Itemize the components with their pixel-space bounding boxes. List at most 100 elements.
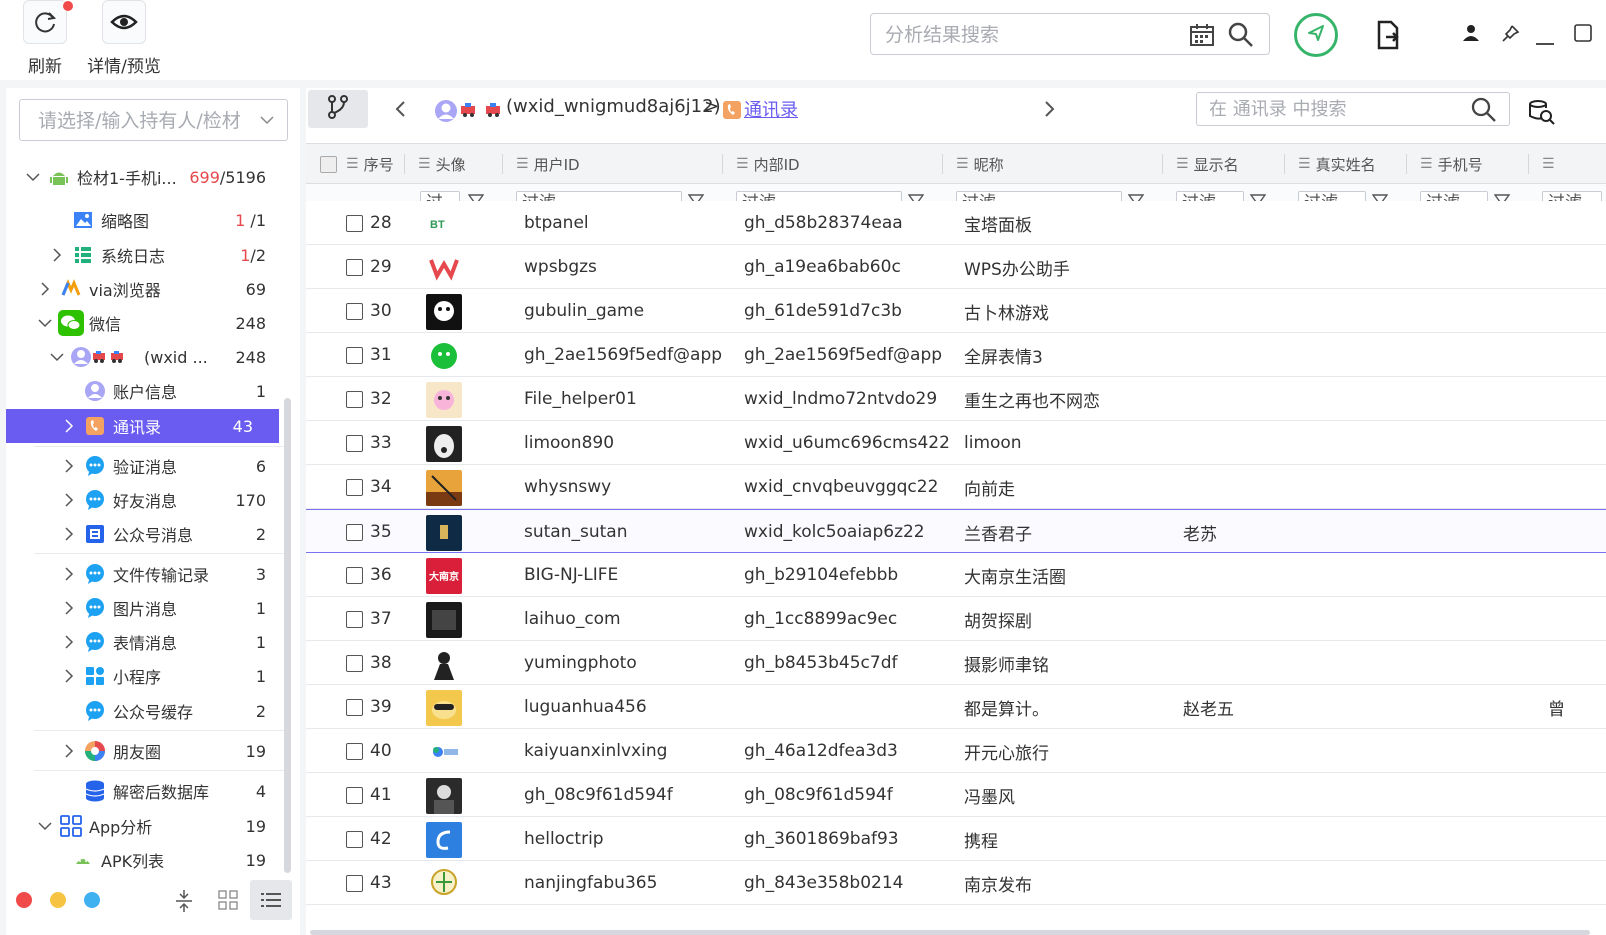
row-checkbox[interactable] xyxy=(346,610,363,628)
table-row[interactable]: 43 nanjingfabu365 gh_843e358b0214 南京发布 xyxy=(306,861,1606,905)
maximize-icon[interactable] xyxy=(1574,24,1592,46)
table-row[interactable]: 33 limoon890 wxid_u6umc696cms422 limoon xyxy=(306,421,1606,465)
table-row[interactable]: 39 luguanhua456 都是算计。 赵老五 曾 xyxy=(306,685,1606,729)
avatar[interactable] xyxy=(426,294,462,330)
chevron-right-icon[interactable] xyxy=(62,419,76,433)
table-row[interactable]: 36 大南京 BIG-NJ-LIFE gh_b29104efebbb 大南京生活圈 xyxy=(306,553,1606,597)
sidebar-item-verify-msg[interactable]: 验证消息 6 xyxy=(6,449,286,483)
search-icon[interactable] xyxy=(1227,21,1255,53)
chevron-down-icon[interactable] xyxy=(38,316,52,330)
sidebar-item-official-cache[interactable]: 公众号缓存 2 xyxy=(6,694,286,728)
location-button[interactable] xyxy=(1294,13,1338,57)
row-checkbox[interactable] xyxy=(346,390,363,408)
sidebar-item-mini-program[interactable]: 小程序 1 xyxy=(6,659,286,693)
calendar-icon[interactable] xyxy=(1189,23,1215,51)
table-row[interactable]: 42 helloctrip gh_3601869baf93 携程 xyxy=(306,817,1606,861)
table-row[interactable]: 34 whysnswy wxid_cnvqbeuvggqc22 向前走 xyxy=(306,465,1606,509)
table-row[interactable]: 40 kaiyuanxinlvxing gh_46a12dfea3d3 开元心旅行 xyxy=(306,729,1606,773)
chevron-down-icon[interactable] xyxy=(26,170,40,184)
table-row[interactable]: 38 yumingphoto gh_b8453b45c7df 摄影师聿铭 xyxy=(306,641,1606,685)
table-search-input[interactable] xyxy=(1209,97,1449,121)
row-checkbox[interactable] xyxy=(346,478,363,496)
header-phone[interactable]: ☰ 手机号 xyxy=(1420,144,1483,184)
chevron-right-icon[interactable] xyxy=(62,459,76,473)
result-search-input[interactable] xyxy=(885,22,1165,48)
header-select-all[interactable] xyxy=(320,144,337,184)
table-row[interactable]: 35 sutan_sutan wxid_kolc5oaiap6z22 兰香君子 老苏 xyxy=(306,509,1606,553)
row-checkbox[interactable] xyxy=(346,566,363,584)
chevron-down-icon[interactable] xyxy=(38,819,52,833)
branch-button[interactable] xyxy=(308,90,368,128)
chevron-down-icon[interactable] xyxy=(50,350,64,364)
row-checkbox[interactable] xyxy=(346,214,363,232)
horizontal-scrollbar[interactable] xyxy=(310,930,1590,935)
chevron-right-icon[interactable] xyxy=(62,744,76,758)
sidebar-item-image-msg[interactable]: 图片消息 1 xyxy=(6,591,286,625)
sidebar-item-sticker-msg[interactable]: 表情消息 1 xyxy=(6,625,286,659)
header-real-name[interactable]: ☰ 真实姓名 xyxy=(1298,144,1376,184)
avatar[interactable] xyxy=(426,338,462,374)
row-checkbox[interactable] xyxy=(346,434,363,452)
row-checkbox[interactable] xyxy=(346,258,363,276)
list-view-icon[interactable] xyxy=(250,880,292,920)
avatar[interactable] xyxy=(426,426,462,462)
holder-select[interactable] xyxy=(19,99,288,141)
avatar[interactable] xyxy=(426,602,462,638)
user-icon[interactable] xyxy=(1462,24,1480,46)
sidebar-item-official-msg[interactable]: 公众号消息 2 xyxy=(6,517,286,551)
chevron-right-icon[interactable] xyxy=(62,527,76,541)
file-export-icon[interactable] xyxy=(1376,20,1402,54)
pin-icon[interactable] xyxy=(1500,24,1520,48)
row-checkbox[interactable] xyxy=(346,786,363,804)
table-row[interactable]: 31 gh_2ae1569f5edf@app gh_2ae1569f5edf@app… xyxy=(306,333,1606,377)
chevron-right-icon[interactable] xyxy=(38,282,52,296)
table-row[interactable]: 37 laihuo_com gh_1cc8899ac9ec 胡贺探剧 xyxy=(306,597,1606,641)
chevron-right-icon[interactable] xyxy=(50,248,64,262)
chevron-right-icon[interactable] xyxy=(62,669,76,683)
collapse-all-icon[interactable] xyxy=(174,888,194,918)
row-checkbox[interactable] xyxy=(346,302,363,320)
avatar[interactable] xyxy=(426,866,462,902)
sidebar-item-decrypted-db[interactable]: 解密后数据库 4 xyxy=(6,774,286,808)
avatar[interactable] xyxy=(426,822,462,858)
sidebar-item-file-transfer[interactable]: 文件传输记录 3 xyxy=(6,557,286,591)
sidebar-item-evidence1[interactable]: 检材1-手机i... 699/5196 xyxy=(6,160,286,194)
grid-view-icon[interactable] xyxy=(218,890,238,914)
expand-dot-icon[interactable] xyxy=(84,892,100,908)
header-avatar[interactable]: ☰ 头像 xyxy=(418,144,466,184)
minimize-icon[interactable] xyxy=(1536,32,1554,50)
avatar[interactable] xyxy=(426,646,462,682)
sidebar-scrollbar[interactable] xyxy=(284,398,291,873)
sidebar-item-account-info[interactable]: 账户信息 1 xyxy=(6,374,286,408)
avatar[interactable] xyxy=(426,515,462,551)
table-row[interactable]: 28 BT btpanel gh_d58b28374eaa 宝塔面板 xyxy=(306,201,1606,245)
sidebar-item-via-browser[interactable]: via浏览器 69 xyxy=(6,272,286,306)
avatar[interactable] xyxy=(426,382,462,418)
refresh-button[interactable]: 刷新 xyxy=(5,0,85,78)
back-arrow-icon[interactable] xyxy=(394,100,406,122)
avatar[interactable] xyxy=(426,470,462,506)
header-index[interactable]: ☰ 序号 xyxy=(346,144,394,184)
avatar[interactable]: 大南京 xyxy=(426,558,462,594)
sidebar-item-contacts[interactable]: 通讯录 43 xyxy=(6,409,279,443)
chevron-right-icon[interactable] xyxy=(62,635,76,649)
sidebar-item-moments[interactable]: 朋友圈 19 xyxy=(6,734,286,768)
avatar[interactable] xyxy=(426,778,462,814)
avatar[interactable] xyxy=(426,734,462,770)
sidebar-item-app-analysis[interactable]: App分析 19 xyxy=(6,809,286,843)
header-display-name[interactable]: ☰ 显示名 xyxy=(1176,144,1239,184)
advanced-search-icon[interactable] xyxy=(1528,98,1556,130)
forward-arrow-icon[interactable] xyxy=(1044,100,1056,122)
sidebar-item-wechat-account[interactable]: (wxid ... 248 xyxy=(6,340,286,374)
row-checkbox[interactable] xyxy=(346,742,363,760)
sidebar-item-syslog[interactable]: 系统日志 1/2 xyxy=(6,238,286,272)
row-checkbox[interactable] xyxy=(346,346,363,364)
header-more[interactable]: ☰ xyxy=(1542,144,1560,184)
sidebar-item-apk-list[interactable]: APK列表 19 xyxy=(6,843,286,877)
holder-input[interactable] xyxy=(38,109,248,133)
row-checkbox[interactable] xyxy=(346,523,363,541)
table-row[interactable]: 32 File_helper01 wxid_lndmo72ntvdo29 重生之再也不… xyxy=(306,377,1606,421)
table-row[interactable]: 29 wpsbgzs gh_a19ea6bab60c WPS办公助手 xyxy=(306,245,1606,289)
avatar[interactable] xyxy=(426,250,462,286)
breadcrumb-current[interactable]: 通讯录 xyxy=(744,96,798,122)
